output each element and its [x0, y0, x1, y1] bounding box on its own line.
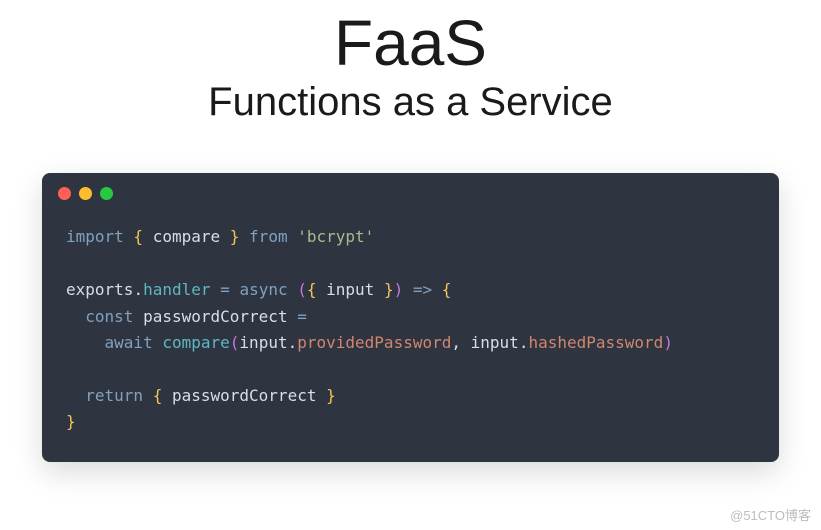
code-token: } [374, 280, 393, 299]
code-token [288, 307, 298, 326]
code-token [461, 333, 471, 352]
code-token: ) [663, 333, 673, 352]
code-token: = [297, 307, 307, 326]
code-token: return [85, 386, 143, 405]
code-token: hashedPassword [528, 333, 663, 352]
slide-subtitle: Functions as a Service [0, 80, 821, 125]
code-token: compare [153, 227, 220, 246]
code-token: } [220, 227, 249, 246]
code-token: providedPassword [297, 333, 451, 352]
code-token: input [239, 333, 287, 352]
code-token [432, 280, 442, 299]
code-window: import { compare } from 'bcrypt' exports… [42, 173, 779, 461]
code-token: compare [162, 333, 229, 352]
code-token: { [153, 386, 172, 405]
code-token: } [66, 412, 76, 431]
code-token: await [105, 333, 153, 352]
code-token: . [133, 280, 143, 299]
code-token: { [307, 280, 326, 299]
code-token [211, 280, 221, 299]
watermark: @51CTO博客 [730, 505, 811, 524]
code-token [143, 386, 153, 405]
code-token: , [451, 333, 461, 352]
slide-title: FaaS [0, 8, 821, 78]
code-token: ( [288, 280, 307, 299]
code-token: } [316, 386, 335, 405]
code-token: passwordCorrect [143, 307, 288, 326]
code-token: input [471, 333, 519, 352]
code-token: . [519, 333, 529, 352]
code-token: => [413, 280, 432, 299]
code-token [133, 307, 143, 326]
code-token: ( [230, 333, 240, 352]
code-token [153, 333, 163, 352]
code-token: from [249, 227, 288, 246]
code-token: passwordCorrect [172, 386, 317, 405]
code-token: import [66, 227, 124, 246]
code-token [403, 280, 413, 299]
code-token [66, 386, 85, 405]
close-icon [58, 187, 71, 200]
code-token: ) [394, 280, 404, 299]
code-token: input [326, 280, 374, 299]
maximize-icon [100, 187, 113, 200]
code-body: import { compare } from 'bcrypt' exports… [42, 210, 779, 461]
code-token [66, 333, 105, 352]
code-token: handler [143, 280, 210, 299]
code-token [66, 307, 85, 326]
code-token: . [288, 333, 298, 352]
slide-header: FaaS Functions as a Service [0, 0, 821, 125]
window-titlebar [42, 173, 779, 210]
code-token: 'bcrypt' [297, 227, 374, 246]
code-token [230, 280, 240, 299]
minimize-icon [79, 187, 92, 200]
code-token: = [220, 280, 230, 299]
code-token: { [442, 280, 452, 299]
code-token: exports [66, 280, 133, 299]
code-token [288, 227, 298, 246]
code-token: async [239, 280, 287, 299]
code-token: const [85, 307, 133, 326]
code-token: { [124, 227, 153, 246]
